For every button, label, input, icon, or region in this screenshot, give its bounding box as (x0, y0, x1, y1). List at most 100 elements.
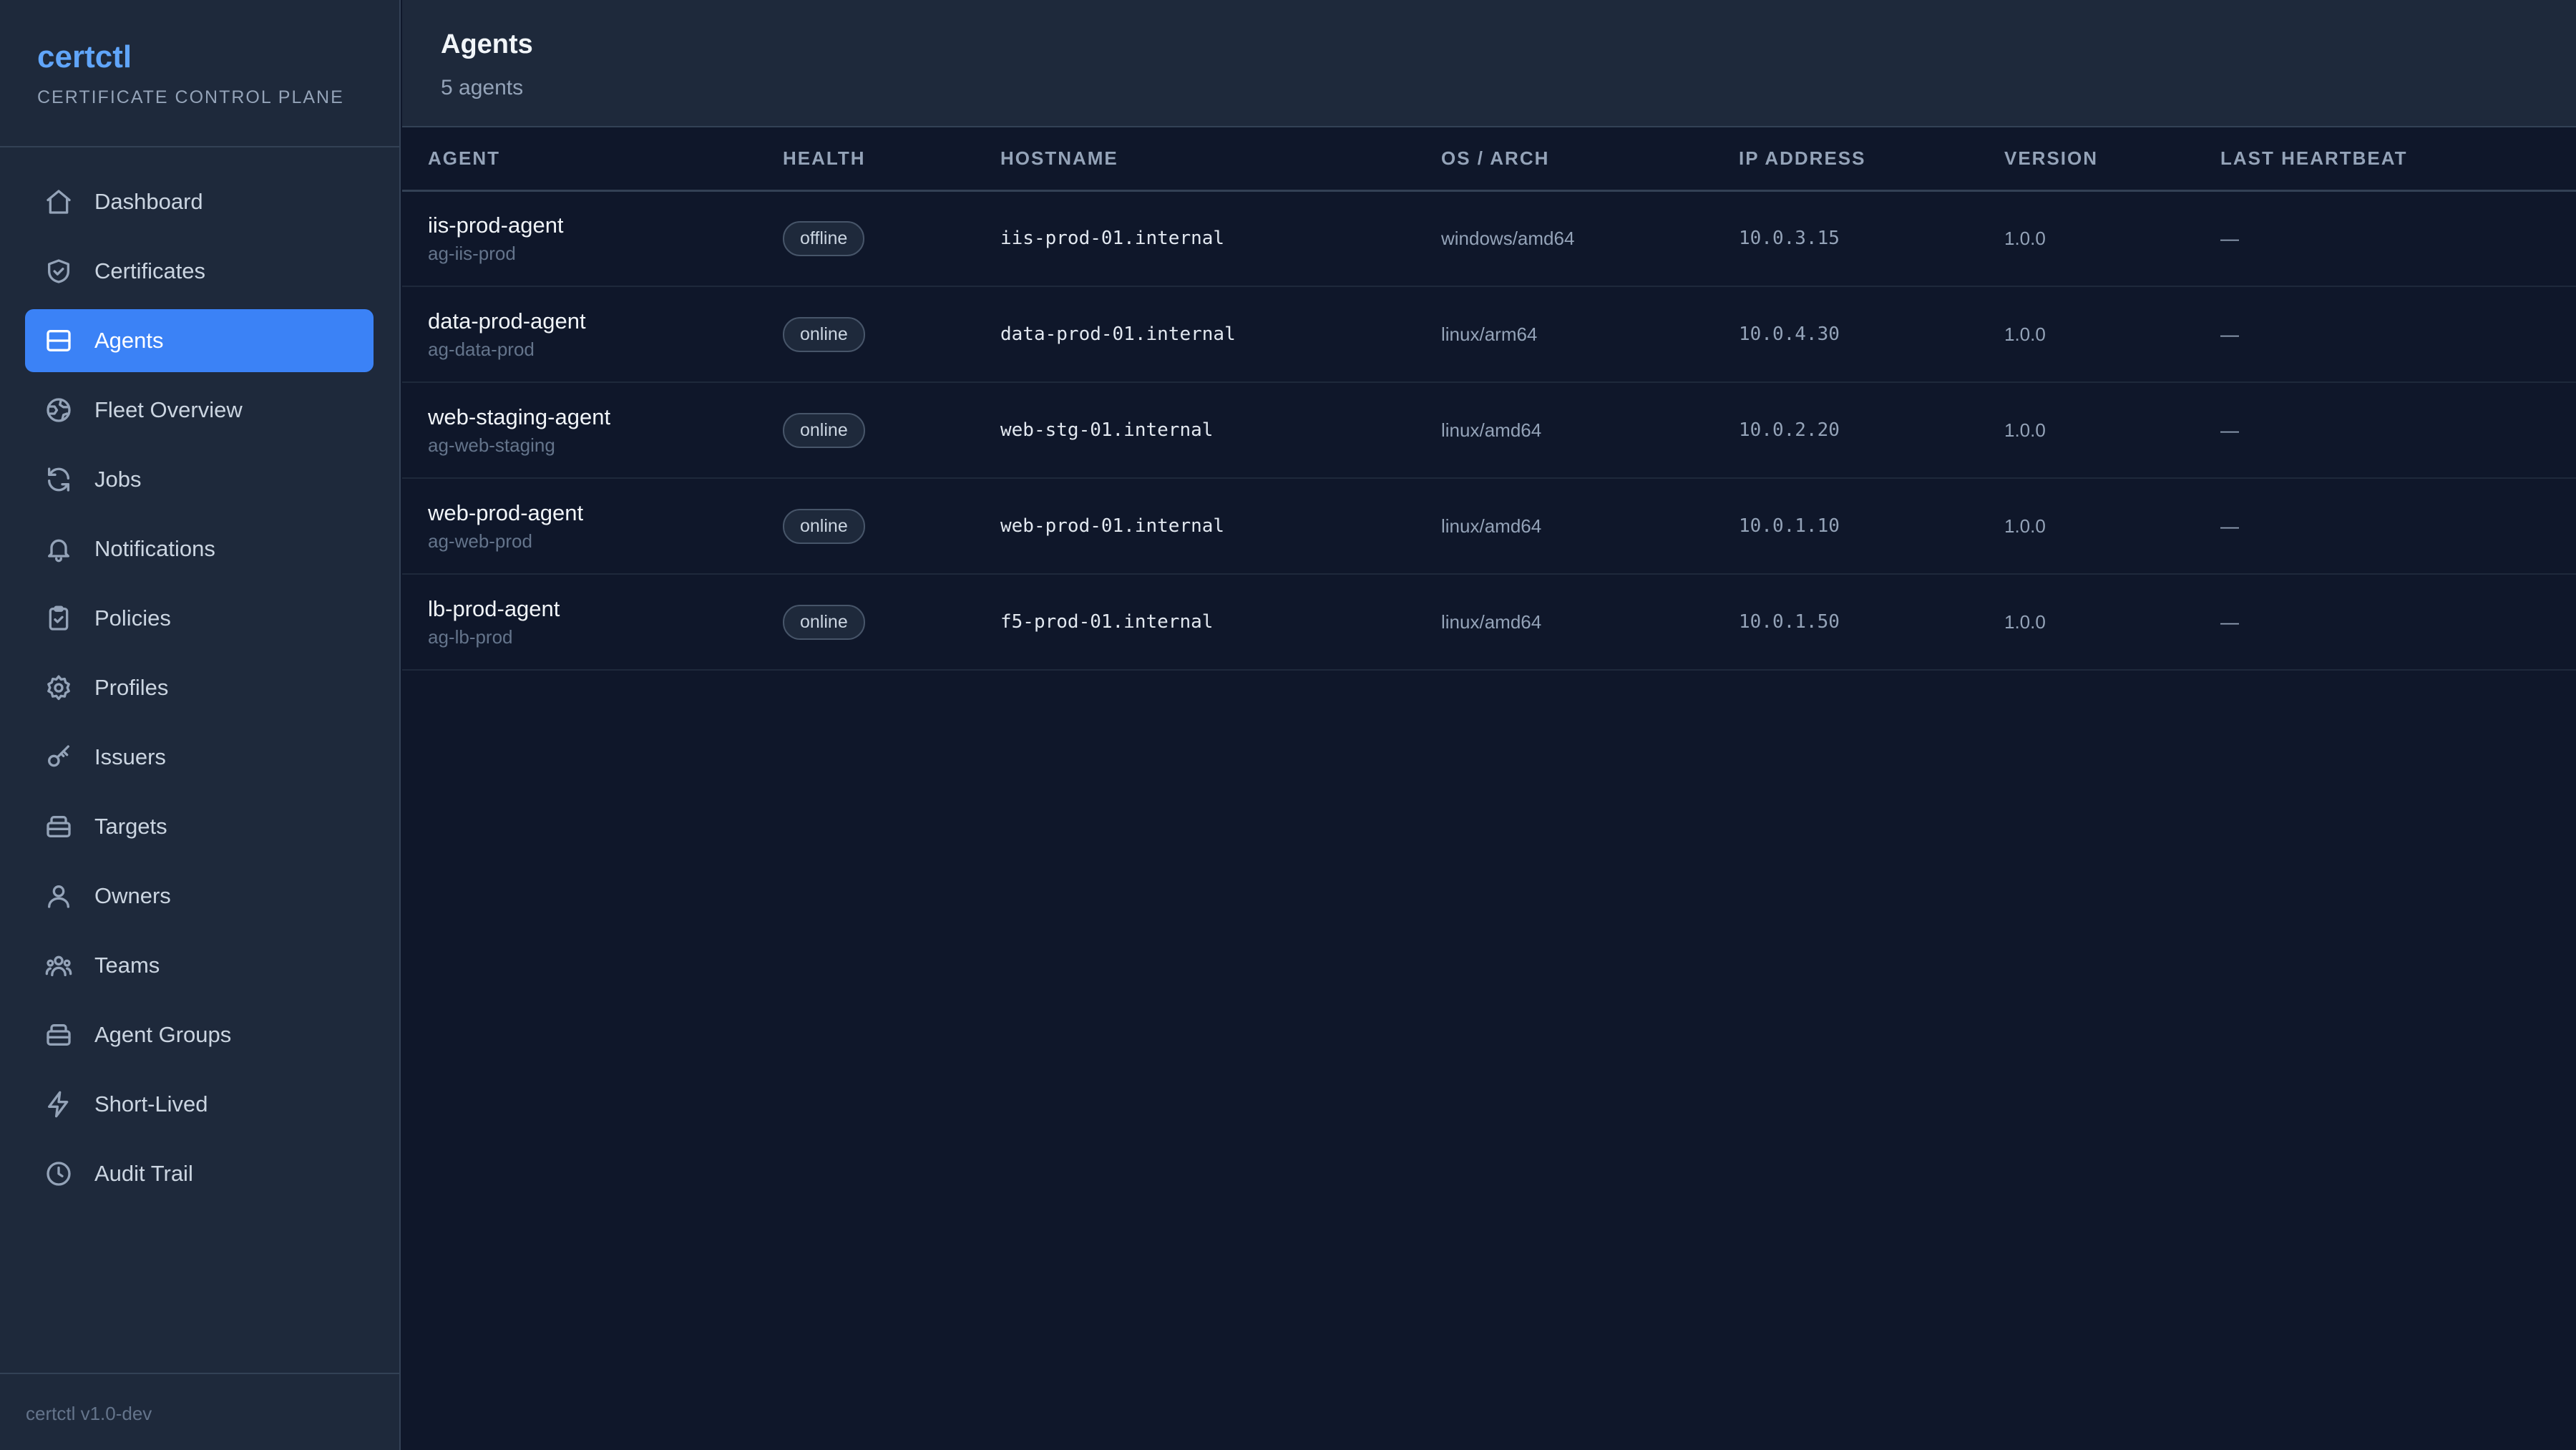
sidebar-item-notifications[interactable]: Notifications (25, 517, 374, 580)
sidebar-item-label: Short-Lived (94, 1091, 208, 1116)
hostname-cell: web-prod-01.internal (1000, 478, 1441, 575)
table-row[interactable]: lb-prod-agent ag-lb-prod online f5-prod-01.… (402, 574, 2576, 671)
column-header-hostname[interactable]: HOSTNAME (1000, 127, 1441, 192)
version-cell: 1.0.0 (2004, 286, 2220, 383)
agent-name-link[interactable]: web-prod-agent (428, 500, 783, 526)
column-header-ip-address[interactable]: IP ADDRESS (1739, 127, 2004, 192)
agent-name-link[interactable]: web-staging-agent (428, 404, 783, 430)
brand-subtitle: CERTIFICATE CONTROL PLANE (37, 87, 344, 107)
os-arch-cell: linux/arm64 (1441, 286, 1739, 383)
sidebar-item-label: Profiles (94, 675, 169, 700)
agent-name-link[interactable]: lb-prod-agent (428, 596, 783, 622)
sidebar-item-label: Certificates (94, 258, 206, 283)
agent-name-link[interactable]: iis-prod-agent (428, 213, 783, 238)
agent-id: ag-lb-prod (428, 626, 513, 648)
refresh-icon (44, 465, 73, 494)
agent-id: ag-iis-prod (428, 242, 516, 264)
sidebar-item-profiles[interactable]: Profiles (25, 656, 374, 719)
last-heartbeat-cell: — (2220, 382, 2576, 479)
sidebar-item-label: Fleet Overview (94, 397, 243, 422)
bell-icon (44, 535, 73, 563)
version-cell: 1.0.0 (2004, 190, 2220, 287)
health-cell: offline (783, 190, 1000, 287)
health-status-badge: online (783, 604, 865, 640)
table-row[interactable]: data-prod-agent ag-data-prod online data-pr… (402, 286, 2576, 383)
agent-name-link[interactable]: data-prod-agent (428, 308, 783, 334)
health-status-badge: offline (783, 220, 865, 256)
sidebar-item-audit-trail[interactable]: Audit Trail (25, 1142, 374, 1205)
version-cell: 1.0.0 (2004, 478, 2220, 575)
health-status-badge: online (783, 508, 865, 544)
os-arch-cell: linux/amd64 (1441, 574, 1739, 671)
server-icon (44, 326, 73, 355)
agent-cell: data-prod-agent ag-data-prod (402, 286, 783, 383)
agent-cell: iis-prod-agent ag-iis-prod (402, 190, 783, 287)
agent-id: ag-data-prod (428, 338, 535, 360)
table-header-row: AGENT HEALTH HOSTNAME OS / ARCH IP ADDRE… (402, 127, 2576, 192)
users-icon (44, 951, 73, 980)
agent-count: 5 agents (441, 76, 524, 99)
last-heartbeat-cell: — (2220, 286, 2576, 383)
sidebar-item-policies[interactable]: Policies (25, 587, 374, 650)
brand-name[interactable]: certctl (37, 36, 399, 79)
hostname-cell: f5-prod-01.internal (1000, 574, 1441, 671)
table-row[interactable]: iis-prod-agent ag-iis-prod offline iis-prod… (402, 190, 2576, 287)
agent-cell: web-prod-agent ag-web-prod (402, 478, 783, 575)
column-header-version[interactable]: VERSION (2004, 127, 2220, 192)
sidebar-item-label: Dashboard (94, 189, 203, 214)
sidebar-item-certificates[interactable]: Certificates (25, 240, 374, 303)
table-row[interactable]: web-staging-agent ag-web-staging online web… (402, 382, 2576, 479)
version-cell: 1.0.0 (2004, 574, 2220, 671)
shield-icon (44, 257, 73, 286)
health-cell: online (783, 478, 1000, 575)
sidebar-item-label: Agents (94, 328, 164, 353)
brand: certctl CERTIFICATE CONTROL PLANE (0, 0, 399, 147)
version-footer: certctl v1.0-dev (0, 1373, 399, 1450)
stack-icon (44, 1021, 73, 1049)
sidebar-item-label: Policies (94, 605, 171, 631)
agent-cell: lb-prod-agent ag-lb-prod (402, 574, 783, 671)
hostname-cell: data-prod-01.internal (1000, 286, 1441, 383)
health-status-badge: online (783, 412, 865, 448)
version-cell: 1.0.0 (2004, 382, 2220, 479)
column-header-health[interactable]: HEALTH (783, 127, 1000, 192)
sidebar-item-teams[interactable]: Teams (25, 934, 374, 997)
table-row[interactable]: web-prod-agent ag-web-prod online web-prod-… (402, 478, 2576, 575)
last-heartbeat-cell: — (2220, 574, 2576, 671)
bolt-icon (44, 1090, 73, 1119)
sidebar-item-issuers[interactable]: Issuers (25, 726, 374, 789)
clock-icon (44, 1159, 73, 1188)
agents-table: AGENT HEALTH HOSTNAME OS / ARCH IP ADDRE… (402, 127, 2576, 671)
gear-icon (44, 673, 73, 702)
last-heartbeat-cell: — (2220, 478, 2576, 575)
sidebar-item-jobs[interactable]: Jobs (25, 448, 374, 511)
home-icon (44, 188, 73, 216)
column-header-agent[interactable]: AGENT (402, 127, 783, 192)
sidebar-item-short-lived[interactable]: Short-Lived (25, 1073, 374, 1136)
sidebar-item-agent-groups[interactable]: Agent Groups (25, 1003, 374, 1066)
health-status-badge: online (783, 316, 865, 352)
ip-address-cell: 10.0.1.50 (1739, 574, 2004, 671)
ip-address-cell: 10.0.2.20 (1739, 382, 2004, 479)
agent-id: ag-web-prod (428, 530, 532, 552)
sidebar-item-label: Owners (94, 883, 171, 908)
sidebar-item-dashboard[interactable]: Dashboard (25, 170, 374, 233)
sidebar-item-label: Targets (94, 814, 167, 839)
os-arch-cell: windows/amd64 (1441, 190, 1739, 287)
sidebar-item-agents[interactable]: Agents (25, 309, 374, 372)
column-header-os-arch[interactable]: OS / ARCH (1441, 127, 1739, 192)
health-cell: online (783, 382, 1000, 479)
column-header-last-heartbeat[interactable]: LAST HEARTBEAT (2220, 127, 2576, 192)
sidebar-item-label: Agent Groups (94, 1022, 232, 1047)
sidebar-item-owners[interactable]: Owners (25, 865, 374, 928)
sidebar-item-label: Teams (94, 953, 160, 978)
key-icon (44, 743, 73, 772)
sidebar-item-label: Issuers (94, 744, 166, 769)
sidebar-nav: Dashboard Certificates Agents Fleet Overvie… (0, 147, 399, 1205)
os-arch-cell: linux/amd64 (1441, 478, 1739, 575)
sidebar-item-targets[interactable]: Targets (25, 795, 374, 858)
sidebar-item-fleet-overview[interactable]: Fleet Overview (25, 379, 374, 442)
ip-address-cell: 10.0.1.10 (1739, 478, 2004, 575)
stack-icon (44, 812, 73, 841)
clipboard-check-icon (44, 604, 73, 633)
